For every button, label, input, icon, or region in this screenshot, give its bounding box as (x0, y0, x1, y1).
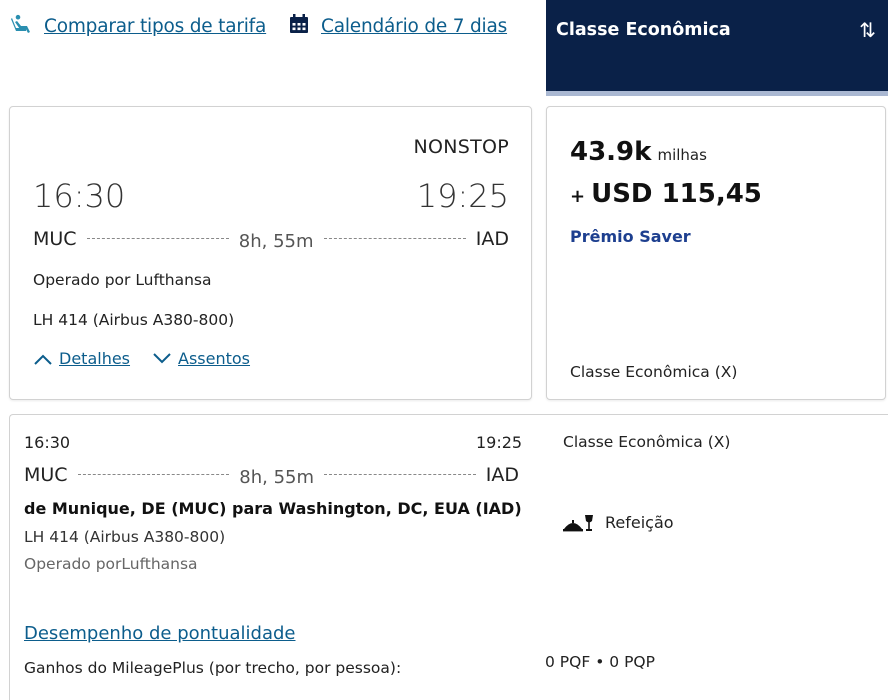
details-link[interactable]: Detalhes (59, 349, 130, 368)
route-description: de Munique, DE (MUC) para Washington, DC… (24, 499, 522, 518)
card-toggles: Detalhes Assentos (33, 349, 272, 368)
details-departure-time: 16:30 (24, 433, 71, 452)
seven-day-calendar-label[interactable]: Calendário de 7 dias (321, 16, 507, 37)
details-flight-number: LH 414 (Airbus A380-800) (24, 528, 226, 546)
cash-amount: USD 115,45 (591, 179, 762, 209)
seat-icon (10, 14, 32, 39)
ontime-performance-link[interactable]: Desempenho de pontualidade (24, 623, 296, 644)
seats-toggle[interactable]: Assentos (152, 349, 250, 368)
fare-column-title: Classe Econômica (556, 20, 731, 40)
meal-label: Refeição (605, 513, 674, 532)
meal-service: Refeição (563, 513, 674, 532)
cabin-class-label: Classe Econômica (X) (570, 363, 738, 381)
route-dashes (86, 238, 229, 239)
seats-link[interactable]: Assentos (178, 349, 250, 368)
route-line: MUC 8h, 55m IAD (33, 225, 509, 253)
compare-fare-types-label[interactable]: Comparar tipos de tarifa (44, 16, 266, 37)
details-cabin-class: Classe Econômica (X) (563, 433, 731, 451)
sort-icon[interactable]: ⇅ (859, 18, 876, 42)
points-separator: • (595, 653, 605, 671)
flight-duration: 8h, 55m (238, 231, 314, 252)
flight-summary-card: NONSTOP 16:30 19:25 MUC 8h, 55m IAD Oper… (9, 106, 532, 400)
details-arrival-time: 19:25 (476, 433, 523, 452)
compare-fare-types-link[interactable]: Comparar tipos de tarifa (10, 14, 266, 39)
details-origin-code: MUC (24, 463, 68, 486)
arrival-time: 19:25 (416, 177, 509, 215)
origin-code: MUC (33, 227, 77, 250)
details-destination-code: IAD (485, 463, 519, 486)
details-toggle[interactable]: Detalhes (33, 349, 130, 368)
fare-type-label: Prêmio Saver (570, 227, 691, 246)
chevron-up-icon (34, 354, 52, 365)
pqf-value: 0 PQF (545, 653, 591, 671)
details-route-line: MUC 8h, 55m IAD (24, 461, 519, 489)
details-duration: 8h, 55m (239, 467, 315, 488)
seven-day-calendar-link[interactable]: Calendário de 7 dias (289, 14, 507, 39)
top-links-bar: Comparar tipos de tarifa Calendário de 7… (0, 0, 546, 96)
pqp-value: 0 PQP (609, 653, 655, 671)
departure-time: 16:30 (33, 177, 126, 215)
fare-column-header[interactable]: Classe Econômica ⇅ (546, 0, 888, 96)
details-operated-by: Operado porLufthansa (24, 555, 198, 573)
calendar-icon (289, 14, 309, 39)
chevron-down-icon (153, 352, 171, 363)
nonstop-label: NONSTOP (413, 136, 509, 158)
flight-number: LH 414 (Airbus A380-800) (33, 311, 235, 329)
miles-price: 43.9k milhas (570, 137, 707, 167)
flight-details-panel: 16:30 19:25 MUC 8h, 55m IAD de Munique, … (9, 414, 888, 700)
miles-unit: milhas (657, 146, 707, 164)
route-dashes (324, 474, 476, 475)
operated-by: Operado por Lufthansa (33, 271, 212, 289)
cash-prefix: + (570, 186, 586, 207)
miles-value: 43.9k (570, 137, 652, 167)
destination-code: IAD (475, 227, 509, 250)
earned-points: 0 PQF • 0 PQP (545, 653, 655, 671)
fare-option-card[interactable]: 43.9k milhas + USD 115,45 Prêmio Saver C… (546, 106, 886, 400)
route-dashes (323, 238, 466, 239)
cash-price: + USD 115,45 (570, 179, 762, 209)
mileageplus-earnings-label: Ganhos do MileagePlus (por trecho, por p… (24, 659, 402, 677)
route-dashes (77, 474, 230, 475)
meal-icon (563, 514, 593, 531)
